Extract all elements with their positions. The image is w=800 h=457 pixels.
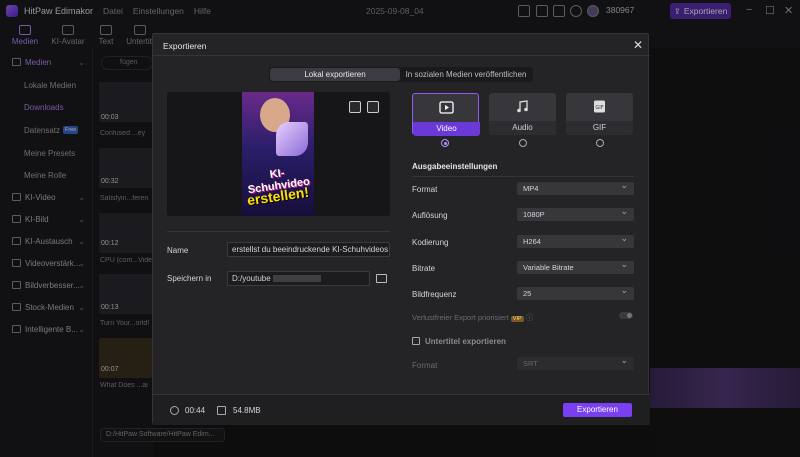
save-path-value: D:/youtube — [232, 274, 271, 283]
lossless-text: Verlustfreier Export priorisiert — [412, 313, 509, 322]
format-gif-radio[interactable] — [596, 139, 604, 147]
framerate-select[interactable]: 25 — [517, 284, 634, 300]
name-input[interactable]: erstellst du beeindruckende KI-Schuhvide… — [227, 242, 390, 257]
music-note-icon — [517, 100, 528, 113]
save-path-input[interactable]: D:/youtube — [227, 271, 370, 286]
tab-social-export[interactable]: In sozialen Medien veröffentlichen — [400, 68, 532, 81]
output-settings-title: Ausgabeeinstellungen — [412, 162, 498, 171]
close-icon[interactable]: ✕ — [633, 38, 643, 52]
export-duration: 00:44 — [185, 406, 206, 415]
dialog-title: Exportieren — [163, 41, 207, 51]
format-audio-card[interactable]: Audio — [489, 93, 556, 135]
subtitle-export-checkbox[interactable] — [412, 337, 420, 345]
tab-local-export[interactable]: Lokal exportieren — [270, 68, 400, 81]
save-location-label: Speichern in — [167, 274, 212, 283]
svg-text:GIF: GIF — [595, 105, 603, 111]
encoding-select[interactable]: H264 — [517, 232, 634, 248]
dialog-footer: 00:44 54.8MB Exportieren — [153, 394, 650, 425]
format-label: Video — [413, 122, 480, 136]
folder-icon[interactable] — [376, 274, 387, 283]
format-label: Audio — [489, 121, 556, 135]
file-size-icon — [217, 406, 226, 415]
clock-icon — [170, 406, 179, 415]
export-dialog: Exportieren ✕ Lokal exportieren In sozia… — [152, 33, 650, 425]
video-file-icon — [439, 101, 454, 114]
export-mode-tabs: Lokal exportieren In sozialen Medien ver… — [269, 67, 533, 82]
format-gif-card[interactable]: GIF GIF — [566, 93, 633, 135]
subtitle-export-label: Untertitel exportieren — [425, 337, 506, 346]
divider — [412, 176, 634, 177]
setting-label: Bildfrequenz — [412, 290, 457, 299]
subtitle-format-label: Format — [412, 361, 438, 370]
lossless-label: Verlustfreier Export priorisiert VIP ⓘ — [412, 312, 533, 323]
bitrate-select[interactable]: Variable Bitrate — [517, 258, 634, 274]
format-select[interactable]: MP4 — [517, 179, 634, 195]
format-audio-radio[interactable] — [519, 139, 527, 147]
setting-label: Bitrate — [412, 264, 436, 273]
vip-badge: VIP — [510, 316, 524, 322]
format-video-radio[interactable] — [441, 139, 449, 147]
shoe-graphic — [276, 122, 308, 156]
setting-label: Auflösung — [412, 211, 448, 220]
name-label: Name — [167, 246, 189, 255]
edit-cover-icon[interactable] — [349, 101, 361, 113]
export-filesize: 54.8MB — [233, 406, 261, 415]
setting-label: Format — [412, 185, 438, 194]
info-icon[interactable]: ⓘ — [526, 313, 534, 322]
delete-icon[interactable] — [367, 101, 379, 113]
gif-file-icon: GIF — [594, 100, 605, 113]
format-label: GIF — [566, 121, 633, 135]
lossless-toggle[interactable] — [619, 312, 633, 319]
setting-label: Kodierung — [412, 238, 449, 247]
blurred-path — [272, 275, 321, 283]
subtitle-format-select[interactable]: SRT — [517, 354, 634, 370]
divider — [167, 231, 390, 232]
dialog-header: Exportieren ✕ — [153, 34, 650, 56]
export-button[interactable]: Exportieren — [563, 403, 632, 417]
format-video-card[interactable]: Video — [412, 93, 480, 136]
thumbnail-image: KI-Schuhvideo erstellen! — [242, 92, 314, 216]
resolution-select[interactable]: 1080P — [517, 205, 634, 221]
